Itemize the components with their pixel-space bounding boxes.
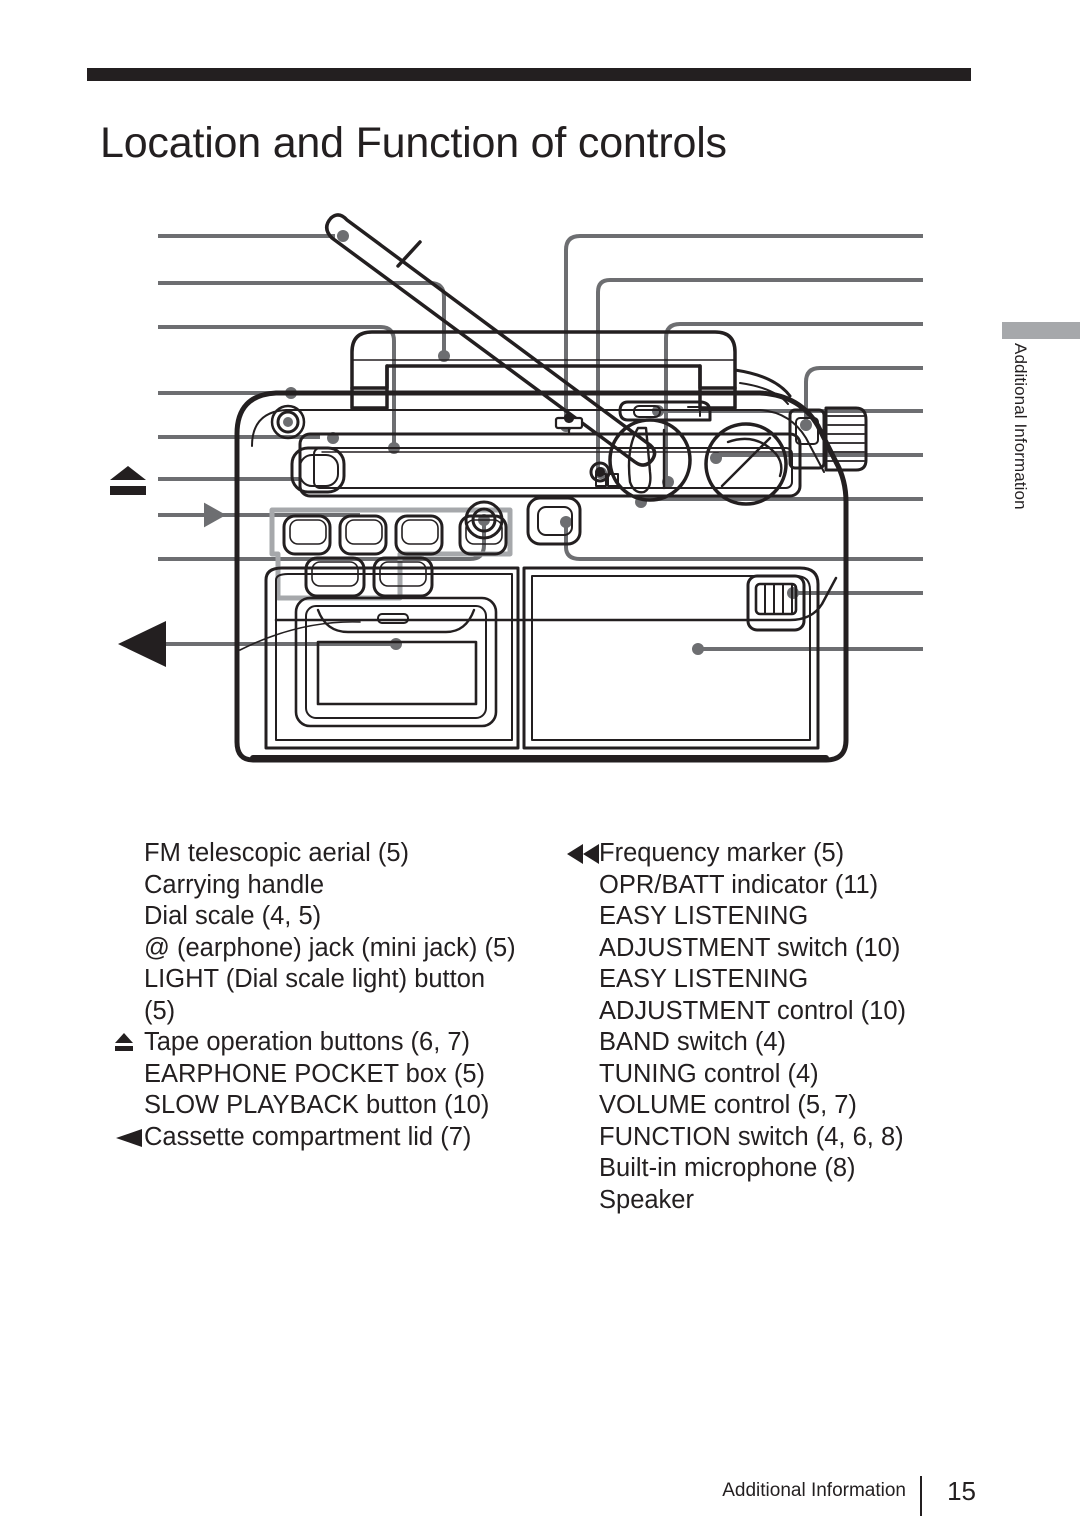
caption-item-label: Speaker: [599, 1185, 694, 1214]
caption-item-label: Dial scale (4, 5): [144, 902, 322, 930]
caption-marker-none: [565, 870, 599, 902]
caption-item-label: FM telescopic aerial (5): [144, 839, 409, 867]
caption-item-label: BAND switch (4): [599, 1028, 787, 1056]
caption-marker-none: [110, 870, 144, 902]
caption-marker-none: [565, 1185, 599, 1217]
triangle-left-icon: [110, 1122, 144, 1154]
page-footer: Additional Information 15: [0, 1476, 1000, 1520]
footer-divider: [920, 1476, 922, 1516]
caption-item: VOLUME control (5, 7): [565, 1090, 985, 1122]
caption-lists: FM telescopic aerial (5) Carrying handle D…: [0, 838, 1000, 1238]
caption-item-label: TUNING control (4): [599, 1059, 819, 1088]
caption-column-left: FM telescopic aerial (5) Carrying handle D…: [110, 838, 540, 1153]
leader-dial-scale: [158, 325, 396, 445]
caption-marker-none: [110, 996, 144, 1028]
caption-item: FM telescopic aerial (5): [110, 838, 540, 870]
carrying-handle: [350, 330, 792, 410]
caption-item: Carrying handle: [110, 870, 540, 902]
caption-marker-none: [565, 964, 599, 996]
caption-item: ADJUSTMENT control (10): [565, 996, 985, 1028]
caption-item: ADJUSTMENT switch (10): [565, 933, 985, 965]
caption-item-label: (5): [144, 996, 176, 1025]
caption-item: EARPHONE POCKET box (5): [110, 1059, 540, 1091]
caption-marker-none: [565, 1027, 599, 1059]
caption-item: OPR/BATT indicator (11): [565, 870, 985, 902]
caption-item-label: OPR/BATT indicator (11): [599, 870, 879, 899]
fm-telescopic-aerial: [325, 213, 657, 467]
arrow-cassette-lid-icon: [118, 621, 166, 667]
product-diagram: [0, 180, 1000, 820]
caption-item: (5): [110, 996, 540, 1028]
caption-marker-none: [110, 1059, 144, 1091]
footer-page-number: 15: [947, 1476, 976, 1506]
caption-item-label: Built-in microphone (8): [599, 1154, 856, 1182]
caption-item: BAND switch (4): [565, 1027, 985, 1059]
leader-dots: [285, 230, 812, 655]
caption-item: TUNING control (4): [565, 1059, 985, 1091]
built-in-microphone: [746, 574, 806, 632]
caption-marker-none: [565, 1122, 599, 1154]
caption-item: FUNCTION switch (4, 6, 8): [565, 1122, 985, 1154]
page-title: Location and Function of controls: [100, 118, 727, 167]
caption-item-label: ADJUSTMENT switch (10): [599, 933, 901, 962]
arrow-earphone-pocket-icon: [158, 502, 227, 528]
caption-item-label: SLOW PLAYBACK button (10): [144, 1091, 490, 1119]
footer-section-label: Additional Information: [722, 1480, 906, 1501]
caption-item: EASY LISTENING: [565, 901, 985, 933]
header-rule: [87, 68, 971, 81]
caption-item-label: LIGHT (Dial scale light) button: [144, 965, 486, 993]
caption-item: Cassette compartment lid (7): [110, 1122, 540, 1154]
function-switch: [526, 496, 582, 546]
side-tab-label: Additional Information: [1011, 343, 1030, 510]
caption-marker-none: [565, 1090, 599, 1122]
eject-glyph-icon: [110, 466, 146, 495]
caption-column-right: Frequency marker (5) OPR/BATT indicator (…: [565, 838, 985, 1216]
caption-item: Speaker: [565, 1185, 985, 1217]
eject-icon: [110, 1027, 144, 1059]
double-triangle-left-icon: [565, 838, 599, 870]
caption-item-label: Cassette compartment lid (7): [144, 1122, 472, 1151]
caption-item-label: Frequency marker (5): [599, 839, 845, 867]
caption-item-label: Tape operation buttons (6, 7): [144, 1028, 471, 1056]
volume-control: [704, 422, 788, 506]
caption-marker-none: [110, 964, 144, 996]
caption-marker-none: [565, 933, 599, 965]
caption-marker-none: [565, 901, 599, 933]
caption-item-label: VOLUME control (5, 7): [599, 1091, 857, 1119]
caption-item: Dial scale (4, 5): [110, 901, 540, 933]
caption-marker-none: [565, 1059, 599, 1091]
caption-item-label: EASY LISTENING: [599, 902, 809, 930]
caption-item-label: Carrying handle: [144, 870, 325, 899]
caption-marker-none: [110, 838, 144, 870]
caption-marker-none: [110, 901, 144, 933]
caption-item: LIGHT (Dial scale light) button: [110, 964, 540, 996]
caption-marker-none: [565, 996, 599, 1028]
caption-item: EASY LISTENING: [565, 964, 985, 996]
easy-listening-adjustment-control: [824, 406, 868, 472]
caption-marker-none: [110, 1090, 144, 1122]
caption-marker-none: [110, 933, 144, 965]
leader-function-switch: [564, 520, 923, 561]
caption-item-label: EASY LISTENING: [599, 965, 809, 993]
leader-carrying-handle: [158, 281, 446, 353]
frequency-marker: [554, 412, 584, 436]
caption-item: @ (earphone) jack (mini jack) (5): [110, 933, 540, 965]
caption-item: Built-in microphone (8): [565, 1153, 985, 1185]
caption-marker-none: [565, 1153, 599, 1185]
side-tab-bar: [1002, 322, 1080, 339]
caption-item-label: EARPHONE POCKET box (5): [144, 1059, 486, 1088]
caption-item-label: ADJUSTMENT control (10): [599, 996, 907, 1025]
caption-item: Tape operation buttons (6, 7): [110, 1027, 540, 1059]
caption-item: Frequency marker (5): [565, 838, 985, 870]
caption-item-label: @ (earphone) jack (mini jack) (5): [144, 933, 516, 962]
dial-scale: [298, 432, 802, 498]
caption-item: SLOW PLAYBACK button (10): [110, 1090, 540, 1122]
earphone-jack: [270, 404, 306, 440]
caption-item-label: FUNCTION switch (4, 6, 8): [599, 1122, 904, 1151]
